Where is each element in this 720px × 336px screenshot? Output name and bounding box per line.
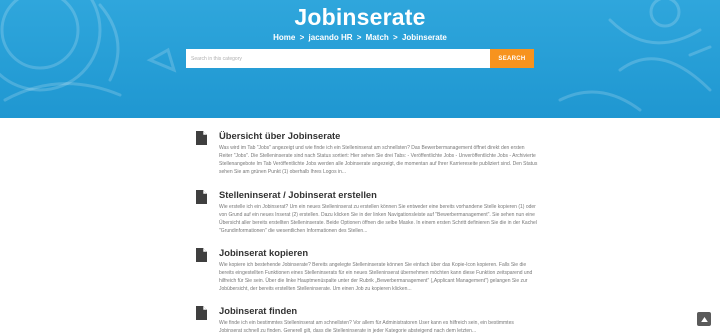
breadcrumb: Home > jacando HR > Match > Jobinserate: [0, 33, 720, 42]
document-icon: [196, 190, 207, 204]
search-input[interactable]: [186, 49, 490, 68]
article-title-link[interactable]: Jobinserat finden: [219, 305, 538, 317]
breadcrumb-item-match[interactable]: Match: [366, 33, 389, 42]
breadcrumb-separator: >: [356, 33, 362, 42]
list-item: Stelleninserat / Jobinserat erstellen Wi…: [193, 189, 538, 236]
page-title: Jobinserate: [294, 4, 426, 30]
article-excerpt: Was wird im Tab "Jobs" angezeigt und wie…: [219, 145, 538, 176]
breadcrumb-separator: >: [393, 33, 398, 42]
article-title-link[interactable]: Stelleninserat / Jobinserat erstellen: [219, 189, 538, 201]
document-icon: [196, 248, 207, 262]
article-excerpt: Wie erstelle ich ein Jobinserat? Um ein …: [219, 204, 537, 235]
scroll-to-top-button[interactable]: [697, 312, 711, 326]
article-title-link[interactable]: Übersicht über Jobinserate: [219, 130, 538, 142]
article-excerpt: Wie kopiere ich bestehende Jobinserate? …: [219, 262, 533, 293]
list-item: Übersicht über Jobinserate Was wird im T…: [193, 130, 538, 177]
list-item: Jobinserat kopieren Wie kopiere ich best…: [193, 247, 538, 294]
search-button[interactable]: SEARCH: [490, 49, 534, 68]
breadcrumb-item-jobinserate: Jobinserate: [401, 33, 447, 42]
document-icon: [196, 131, 207, 145]
breadcrumb-item-home[interactable]: Home: [273, 33, 295, 42]
chevron-up-icon: [700, 316, 708, 322]
article-excerpt: Wie finde ich ein bestimmtes Stelleninse…: [219, 320, 514, 335]
breadcrumb-item-jacando-hr[interactable]: jacando HR: [309, 33, 353, 42]
document-icon: [196, 306, 207, 320]
article-title-link[interactable]: Jobinserat kopieren: [219, 247, 538, 259]
list-item: Jobinserat finden Wie finde ich ein best…: [193, 305, 538, 336]
search-bar: SEARCH: [186, 49, 534, 68]
breadcrumb-separator: >: [299, 33, 305, 42]
hero-banner: Jobinserate Home > jacando HR > Match > …: [0, 0, 720, 118]
